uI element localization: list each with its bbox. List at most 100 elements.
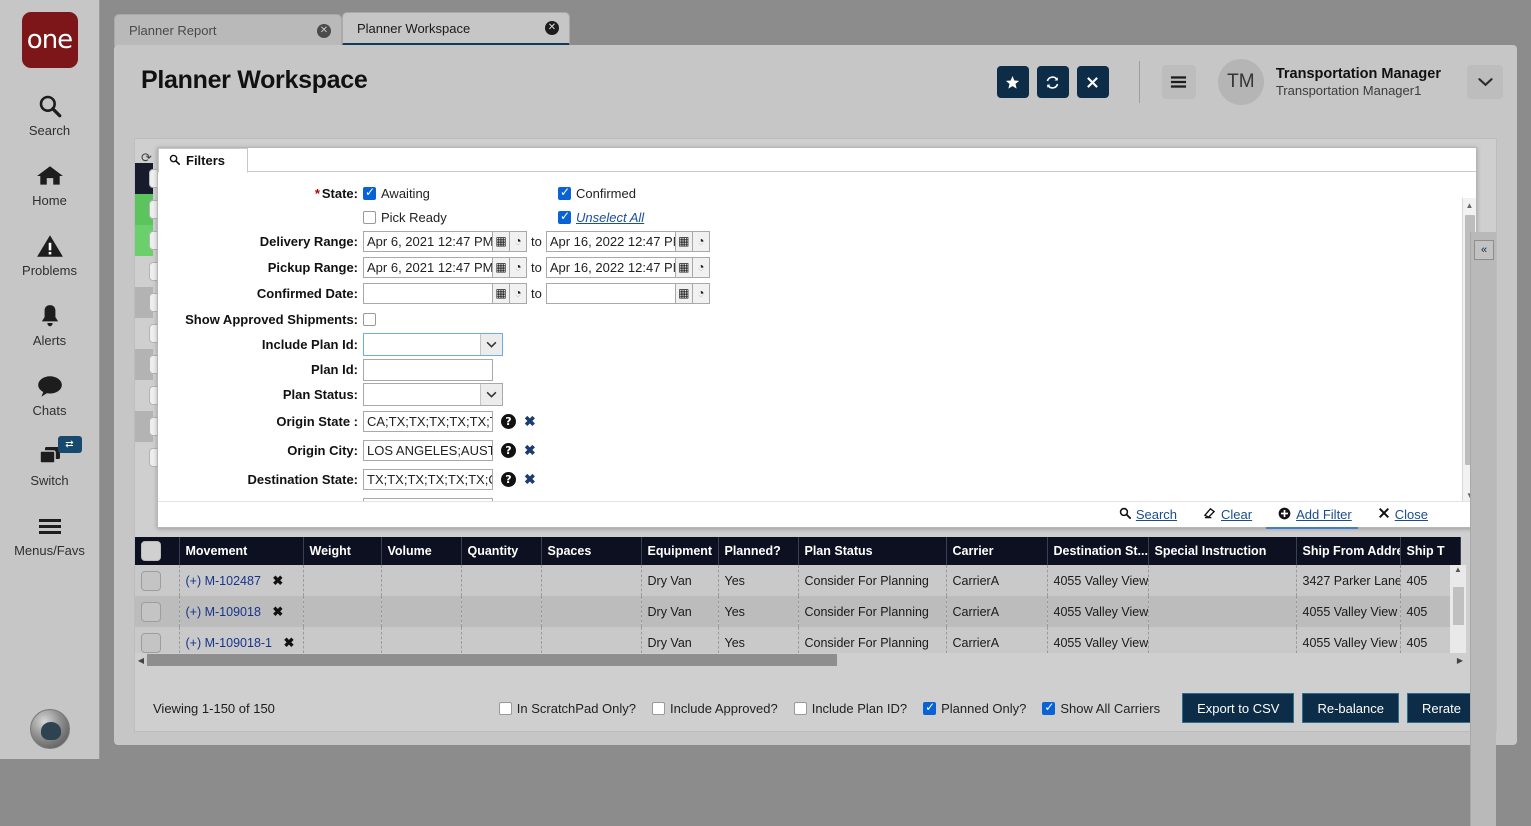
- scrollbar-thumb[interactable]: [147, 654, 837, 666]
- table-row[interactable]: (+) M-109018 ✖ Dry Van Yes Consider For …: [135, 596, 1460, 627]
- pickup-range-to-input[interactable]: Apr 16, 2022 12:47 PM: [546, 257, 676, 278]
- delivery-range-from-input[interactable]: Apr 6, 2021 12:47 PM: [363, 231, 493, 252]
- origin-city-input[interactable]: LOS ANGELES;AUSTIN;: [363, 440, 493, 461]
- checkbox-pick-ready[interactable]: [363, 211, 376, 224]
- scroll-right-arrow-icon[interactable]: ▶: [1454, 656, 1466, 665]
- close-icon[interactable]: ✕: [317, 24, 331, 38]
- delivery-range-to-input[interactable]: Apr 16, 2022 12:47 PM: [546, 231, 676, 252]
- column-header-spaces[interactable]: Spaces: [541, 537, 641, 565]
- menu-button[interactable]: [1162, 65, 1196, 99]
- table-row[interactable]: (+) M-102487 ✖ Dry Van Yes Consider For …: [135, 565, 1460, 596]
- column-header-ship-to[interactable]: Ship T: [1400, 537, 1460, 565]
- column-header-quantity[interactable]: Quantity: [461, 537, 541, 565]
- plan-status-select[interactable]: [363, 383, 503, 406]
- grid-horizontal-scrollbar[interactable]: ◀ ▶: [135, 653, 1466, 667]
- rerate-button[interactable]: Rerate: [1407, 693, 1476, 723]
- favorite-button[interactable]: [997, 66, 1029, 98]
- row-checkbox[interactable]: [141, 571, 161, 591]
- checkbox-confirmed[interactable]: [558, 187, 571, 200]
- remove-icon[interactable]: ✖: [272, 604, 283, 619]
- rail-item-problems[interactable]: Problems: [0, 230, 100, 278]
- expand-toggle[interactable]: (+): [186, 574, 202, 588]
- checkbox-awaiting[interactable]: [363, 187, 376, 200]
- checkbox[interactable]: [794, 702, 807, 715]
- column-header-plan-status[interactable]: Plan Status: [798, 537, 946, 565]
- refresh-button[interactable]: [1037, 66, 1069, 98]
- confirmed-date-from-input[interactable]: [363, 283, 493, 304]
- calendar-icon[interactable]: ▦: [493, 283, 510, 304]
- footer-checkbox-planned-only[interactable]: Planned Only?: [923, 701, 1026, 716]
- checkbox[interactable]: [652, 702, 665, 715]
- footer-checkbox-include-approved[interactable]: Include Approved?: [652, 701, 778, 716]
- checkbox[interactable]: [923, 702, 936, 715]
- movement-link[interactable]: M-102487: [205, 574, 261, 588]
- column-header-volume[interactable]: Volume: [381, 537, 461, 565]
- filters-search-link[interactable]: Search: [1119, 507, 1177, 522]
- checkbox[interactable]: [499, 702, 512, 715]
- clock-icon[interactable]: ◔: [510, 283, 527, 304]
- column-header-ship-from-address[interactable]: Ship From Address: [1296, 537, 1400, 565]
- filters-add-filter-link[interactable]: Add Filter: [1278, 507, 1352, 523]
- rail-item-menus-favs[interactable]: Menus/Favs: [0, 510, 100, 558]
- brand-logo[interactable]: one: [22, 12, 78, 68]
- confirmed-date-to-input[interactable]: [546, 283, 676, 304]
- tab-planner-report[interactable]: Planner Report ✕: [114, 14, 342, 46]
- tab-filters[interactable]: Filters: [158, 148, 248, 173]
- row-select-cell[interactable]: [135, 596, 179, 627]
- close-button[interactable]: [1077, 66, 1109, 98]
- help-icon[interactable]: ?: [501, 472, 516, 487]
- rail-item-switch[interactable]: ⇄ Switch: [0, 440, 100, 488]
- column-header-destination-state[interactable]: Destination St...: [1047, 537, 1148, 565]
- clock-icon[interactable]: ◔: [510, 231, 527, 252]
- column-header-equipment[interactable]: Equipment: [641, 537, 718, 565]
- scroll-up-arrow-icon[interactable]: ▲: [1463, 198, 1476, 212]
- export-to-csv-button[interactable]: Export to CSV: [1182, 693, 1294, 723]
- destination-state-input[interactable]: TX;TX;TX;TX;TX;TX;OR;T: [363, 469, 493, 490]
- movement-link[interactable]: M-109018-1: [205, 636, 272, 650]
- switch-badge-icon[interactable]: ⇄: [58, 436, 82, 453]
- expand-toggle[interactable]: (+): [186, 636, 202, 650]
- rail-item-chats[interactable]: Chats: [0, 370, 100, 418]
- column-header-planned[interactable]: Planned?: [718, 537, 798, 565]
- cell-movement[interactable]: (+) M-109018 ✖: [179, 596, 303, 627]
- checkbox-unselect-all[interactable]: [558, 211, 571, 224]
- row-checkbox[interactable]: [141, 633, 161, 653]
- calendar-icon[interactable]: ▦: [676, 257, 693, 278]
- calendar-icon[interactable]: ▦: [676, 283, 693, 304]
- calendar-icon[interactable]: ▦: [676, 231, 693, 252]
- rail-item-home[interactable]: Home: [0, 160, 100, 208]
- chevron-down-icon[interactable]: [1467, 65, 1503, 99]
- column-header-weight[interactable]: Weight: [303, 537, 381, 565]
- clear-icon[interactable]: ✖: [524, 413, 536, 430]
- scroll-up-arrow-icon[interactable]: ▲: [1450, 565, 1466, 578]
- plan-id-input[interactable]: [363, 359, 493, 381]
- expand-toggle[interactable]: (+): [186, 605, 202, 619]
- remove-icon[interactable]: ✖: [284, 635, 295, 650]
- clock-icon[interactable]: ◔: [510, 257, 527, 278]
- collapse-panel-button[interactable]: «: [1474, 240, 1494, 260]
- unselect-all-link[interactable]: Unselect All: [576, 210, 644, 225]
- rail-item-alerts[interactable]: Alerts: [0, 300, 100, 348]
- help-icon[interactable]: ?: [501, 414, 516, 429]
- footer-checkbox-include-plan-id[interactable]: Include Plan ID?: [794, 701, 907, 716]
- filters-clear-link[interactable]: Clear: [1203, 507, 1252, 522]
- select-all-checkbox[interactable]: [141, 541, 161, 561]
- origin-state-input[interactable]: CA;TX;TX;TX;TX;TX;TX;T: [363, 411, 493, 432]
- filters-close-link[interactable]: Close: [1378, 507, 1428, 522]
- footer-checkbox-show-all-carriers[interactable]: Show All Carriers: [1042, 701, 1160, 716]
- grid-vertical-scrollbar[interactable]: ▲ ▼: [1450, 565, 1466, 665]
- calendar-icon[interactable]: ▦: [493, 257, 510, 278]
- rail-avatar[interactable]: [30, 709, 70, 749]
- avatar[interactable]: TM: [1218, 59, 1264, 105]
- calendar-icon[interactable]: ▦: [493, 231, 510, 252]
- close-icon[interactable]: ✕: [545, 21, 559, 35]
- cell-movement[interactable]: (+) M-102487 ✖: [179, 565, 303, 596]
- column-header-special-instruction[interactable]: Special Instruction: [1148, 537, 1296, 565]
- row-select-cell[interactable]: [135, 565, 179, 596]
- include-plan-id-select[interactable]: [363, 333, 503, 356]
- clock-icon[interactable]: ◔: [693, 257, 710, 278]
- column-header-movement[interactable]: Movement: [179, 537, 303, 565]
- checkbox[interactable]: [1042, 702, 1055, 715]
- rail-item-search[interactable]: Search: [0, 90, 100, 138]
- clock-icon[interactable]: ◔: [693, 231, 710, 252]
